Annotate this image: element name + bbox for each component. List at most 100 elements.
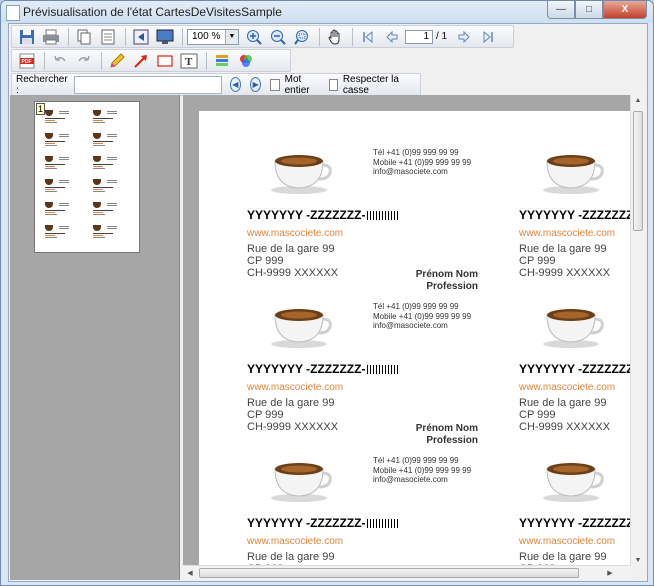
toolbar-separator xyxy=(68,27,69,46)
first-page-button[interactable] xyxy=(357,27,379,47)
last-page-button[interactable] xyxy=(477,27,499,47)
pencil-icon xyxy=(110,52,125,68)
card-name-text: YYYYYYY -ZZZZZZZ- xyxy=(247,362,366,376)
coffee-cup-image xyxy=(269,305,333,349)
undo-button[interactable] xyxy=(49,51,71,71)
redo-button[interactable] xyxy=(73,51,95,71)
address-line: CH-9999 XXXXXX xyxy=(247,267,339,279)
svg-text:T: T xyxy=(185,56,193,68)
scroll-up-icon[interactable]: ▲ xyxy=(631,97,645,104)
rectangle-icon xyxy=(157,54,173,67)
search-next-button[interactable]: ▶ xyxy=(250,77,262,92)
monitor-button[interactable] xyxy=(154,27,176,47)
coffee-cup-image xyxy=(541,459,605,503)
card-address: Rue de la gare 99CP 999CH-9999 XXXXXX xyxy=(519,243,610,279)
window-controls: — □ X xyxy=(547,1,647,19)
zoom-out-button[interactable] xyxy=(267,27,289,47)
whole-word-label: Mot entier xyxy=(284,73,310,96)
svg-text:PDF: PDF xyxy=(22,59,32,65)
address-line: Rue de la gare 99 xyxy=(247,551,335,563)
address-line: CP 999 xyxy=(247,409,284,421)
scroll-right-icon[interactable]: ▶ xyxy=(603,569,617,577)
mobile-line: Mobile +41 (0)99 999 99 99 xyxy=(373,465,472,475)
phone-line: Tél +41 (0)99 999 99 99 xyxy=(373,148,459,157)
undo-icon xyxy=(54,55,66,61)
search-input[interactable] xyxy=(73,75,222,94)
email-line: info@masociete.com xyxy=(373,475,448,484)
zoom-select-icon xyxy=(294,29,308,45)
scroll-left-icon[interactable]: ◀ xyxy=(183,569,197,577)
monitor-icon xyxy=(156,29,174,44)
card-name: YYYYYYY -ZZZZZZZ- xyxy=(519,516,637,530)
address-line: CP 999 xyxy=(247,255,284,267)
close-button[interactable]: X xyxy=(603,1,647,19)
rectangle-button[interactable] xyxy=(154,51,176,71)
next-page-button[interactable] xyxy=(453,27,475,47)
address-line: Rue de la gare 99 xyxy=(247,397,335,409)
copy-button[interactable] xyxy=(73,27,95,47)
fit-page-button[interactable] xyxy=(130,27,152,47)
text-button[interactable]: T xyxy=(178,51,200,71)
maximize-button[interactable]: □ xyxy=(575,1,603,19)
vertical-scrollbar[interactable]: ▲ ▼ xyxy=(630,95,645,566)
toolbar-separator xyxy=(319,27,320,46)
hand-tool-button[interactable] xyxy=(324,27,346,47)
card-address: Rue de la gare 99CP 999CH-9999 XXXXXX xyxy=(519,397,610,433)
toolbar-separator xyxy=(182,27,183,46)
redo-icon xyxy=(78,55,90,61)
card-website: www.mascociete.com xyxy=(519,536,616,547)
person-name: Prénom Nom xyxy=(415,269,478,280)
thumbnail-card xyxy=(45,133,69,153)
zoom-select-button[interactable] xyxy=(291,27,313,47)
address-line: CH-9999 XXXXXX xyxy=(519,421,611,433)
save-icon xyxy=(20,29,34,44)
vertical-scroll-thumb[interactable] xyxy=(633,111,643,231)
pdf-icon: PDF xyxy=(19,53,35,68)
layers-button[interactable] xyxy=(211,51,233,71)
minimize-button[interactable]: — xyxy=(547,1,575,19)
toolbar-separator xyxy=(44,51,45,70)
page-thumbnail[interactable]: 1 xyxy=(34,101,140,253)
card-name-text: YYYYYYY -ZZZZZZZ- xyxy=(247,208,366,222)
person-profession: Profession xyxy=(426,435,478,446)
search-previous-button[interactable]: ◀ xyxy=(229,77,242,92)
toolbar-separator xyxy=(352,27,353,46)
arrow-button[interactable] xyxy=(130,51,152,71)
chevron-down-icon[interactable]: ▼ xyxy=(225,29,238,44)
card-website: www.mascociete.com xyxy=(247,382,344,393)
preview-window: Prévisualisation de l'état CartesDeVisit… xyxy=(0,0,654,586)
previous-page-icon xyxy=(386,30,398,43)
client-area: 100 % ▼ 1 / 1 PDF T Rechercher: ◀ ▶ Mot… xyxy=(8,23,648,582)
annotation-toolbar: PDF T xyxy=(11,49,291,72)
save-button[interactable] xyxy=(16,27,38,47)
page-number-input[interactable]: 1 xyxy=(405,29,433,44)
coffee-cup-image xyxy=(269,151,333,195)
color-button[interactable] xyxy=(235,51,257,71)
preview-page: YYYYYYY -ZZZZZZZ-www.mascociete.com Rue d… xyxy=(199,111,645,580)
scroll-down-icon[interactable]: ▼ xyxy=(631,557,645,564)
fit-page-icon xyxy=(133,29,149,44)
next-page-icon xyxy=(458,30,470,43)
horizontal-scrollbar[interactable]: ◀ ▶ xyxy=(183,565,631,580)
pencil-button[interactable] xyxy=(106,51,128,71)
hand-icon xyxy=(328,28,340,45)
match-case-label: Respecter la casse xyxy=(342,73,399,96)
match-case-checkbox[interactable] xyxy=(328,78,338,91)
zoom-select[interactable]: 100 % ▼ xyxy=(187,28,239,45)
pdf-export-button[interactable]: PDF xyxy=(16,51,38,71)
arrow-icon xyxy=(134,54,147,68)
print-button[interactable] xyxy=(40,27,62,47)
thumbnail-card xyxy=(45,179,69,199)
horizontal-scroll-thumb[interactable] xyxy=(199,568,579,578)
card-name-text: YYYYYYY -ZZZZZZZ- xyxy=(519,208,638,222)
zoom-in-button[interactable] xyxy=(243,27,265,47)
person-name: Prénom Nom xyxy=(415,423,478,434)
card-person: Prénom NomProfession xyxy=(416,269,478,293)
toolbar-separator xyxy=(206,51,207,70)
zoom-in-icon xyxy=(247,29,262,45)
whole-word-checkbox[interactable] xyxy=(270,78,280,91)
previous-page-button[interactable] xyxy=(381,27,403,47)
document-button[interactable] xyxy=(97,27,119,47)
arrow-left-icon: ◀ xyxy=(232,80,239,89)
thumbnail-card xyxy=(93,225,117,245)
